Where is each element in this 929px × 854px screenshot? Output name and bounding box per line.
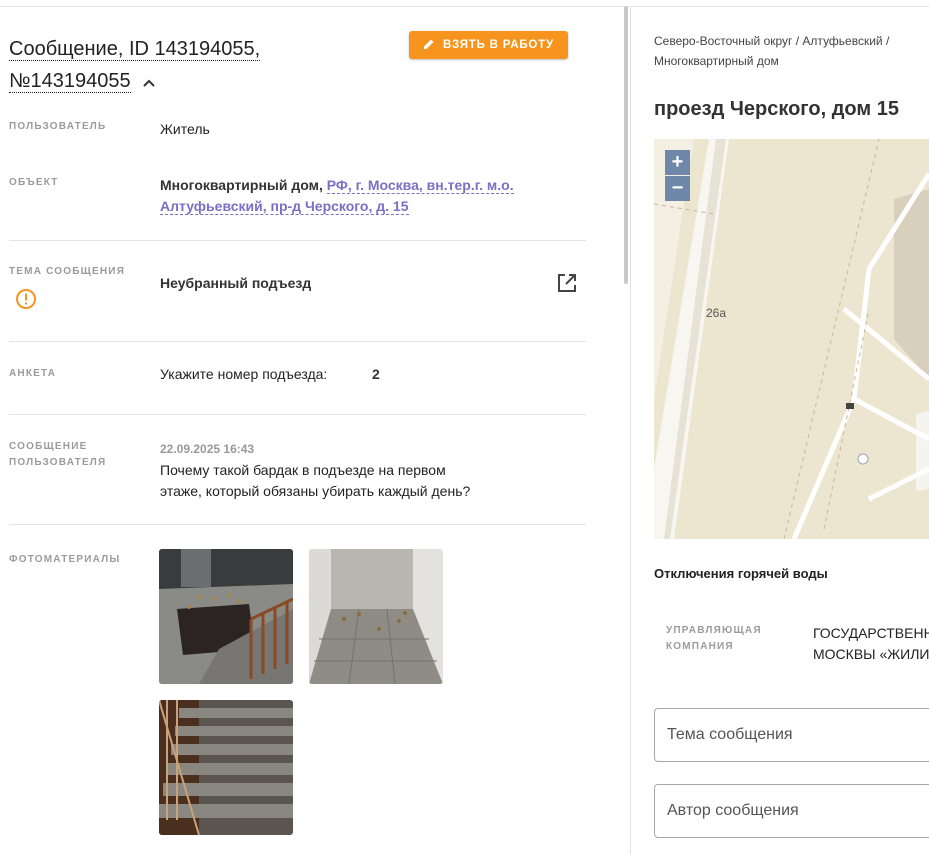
mc-label-line2: КОМПАНИЯ (666, 641, 734, 652)
mc-value-line1: ГОСУДАРСТВЕННО (813, 625, 929, 641)
object-value: Многоквартирный дом, РФ, г. Москва, вн.т… (160, 175, 560, 217)
user-message-label: СООБЩЕНИЕ ПОЛЬЗОВАТЕЛЯ (9, 439, 106, 471)
map-label-26a: 26а (706, 306, 726, 320)
author-input[interactable]: Автор сообщения (654, 784, 929, 838)
breadcrumb: Северо-Восточный округ / Алтуфьевский / … (654, 31, 889, 71)
message-text-line2: этаже, который обязаны убирать каждый де… (160, 483, 471, 499)
author-placeholder: Автор сообщения (667, 802, 799, 819)
external-link-icon[interactable] (556, 272, 578, 299)
breadcrumb-line1: Северо-Восточный округ / Алтуфьевский / (654, 34, 890, 48)
object-address-link-2[interactable]: Алтуфьевский, пр-д Черского, д. 15 (160, 198, 409, 215)
photos-label: ФОТОМАТЕРИАЛЫ (9, 554, 121, 565)
photo-thumbnail[interactable] (159, 700, 293, 835)
management-company-label: УПРАВЛЯЮЩАЯ КОМПАНИЯ (666, 623, 762, 655)
survey-question: Укажите номер подъезда: (160, 366, 328, 382)
breadcrumb-line2: Многоквартирный дом (654, 54, 779, 68)
object-type: Многоквартирный дом, (160, 177, 323, 193)
warning-circle-icon (15, 288, 37, 315)
left-panel-scrollbar[interactable] (624, 6, 628, 284)
title-line2: №143194055 (9, 70, 131, 93)
survey-answer: 2 (372, 366, 380, 382)
photo-thumbnail[interactable] (309, 549, 443, 684)
message-text-line1: Почему такой бардак в подъезде на первом (160, 462, 446, 478)
user-message-label-line1: СООБЩЕНИЕ (9, 441, 88, 452)
take-to-work-button[interactable]: ВЗЯТЬ В РАБОТУ (409, 31, 568, 59)
topic-label: ТЕМА СООБЩЕНИЯ (9, 266, 126, 277)
topic-value: Неубранный подъезд (160, 275, 312, 291)
message-timestamp: 22.09.2025 16:43 (160, 442, 255, 456)
title-line1: Сообщение, ID 143194055, (9, 38, 261, 61)
subject-placeholder: Тема сообщения (667, 726, 793, 743)
divider (9, 341, 586, 342)
survey-label: АНКЕТА (9, 368, 57, 379)
subject-input[interactable]: Тема сообщения (654, 708, 929, 762)
message-panel: Сообщение, ID 143194055, №143194055 ВЗЯТ… (0, 0, 628, 854)
divider (9, 524, 586, 525)
user-message-label-line2: ПОЛЬЗОВАТЕЛЯ (9, 457, 107, 468)
take-to-work-label: ВЗЯТЬ В РАБОТУ (443, 39, 554, 51)
zoom-out-button[interactable]: − (665, 176, 690, 201)
zoom-in-button[interactable]: + (665, 150, 690, 175)
page-title: Сообщение, ID 143194055, №143194055 (9, 33, 389, 98)
panel-divider (630, 6, 631, 854)
map[interactable]: 26а + − (654, 139, 929, 539)
mc-label-line1: УПРАВЛЯЮЩАЯ (666, 625, 762, 636)
user-value: Житель (160, 121, 210, 137)
user-label: ПОЛЬЗОВАТЕЛЬ (9, 121, 107, 132)
mc-value-line2: МОСКВЫ «ЖИЛИЩ (813, 646, 929, 662)
pencil-icon (423, 38, 435, 53)
address-title: проезд Черского, дом 15 (654, 98, 899, 120)
user-message: 22.09.2025 16:43 Почему такой бардак в п… (160, 438, 580, 502)
photo-thumbnail[interactable] (159, 549, 293, 684)
chevron-up-icon[interactable] (142, 66, 156, 98)
object-label: ОБЪЕКТ (9, 177, 59, 188)
divider (9, 414, 586, 415)
management-company-value: ГОСУДАРСТВЕННО МОСКВЫ «ЖИЛИЩ (813, 623, 929, 665)
divider (9, 240, 586, 241)
hot-water-outages: Отключения горячей воды (654, 566, 828, 581)
object-address-link-1[interactable]: РФ, г. Москва, вн.тер.г. м.о. (326, 177, 514, 194)
